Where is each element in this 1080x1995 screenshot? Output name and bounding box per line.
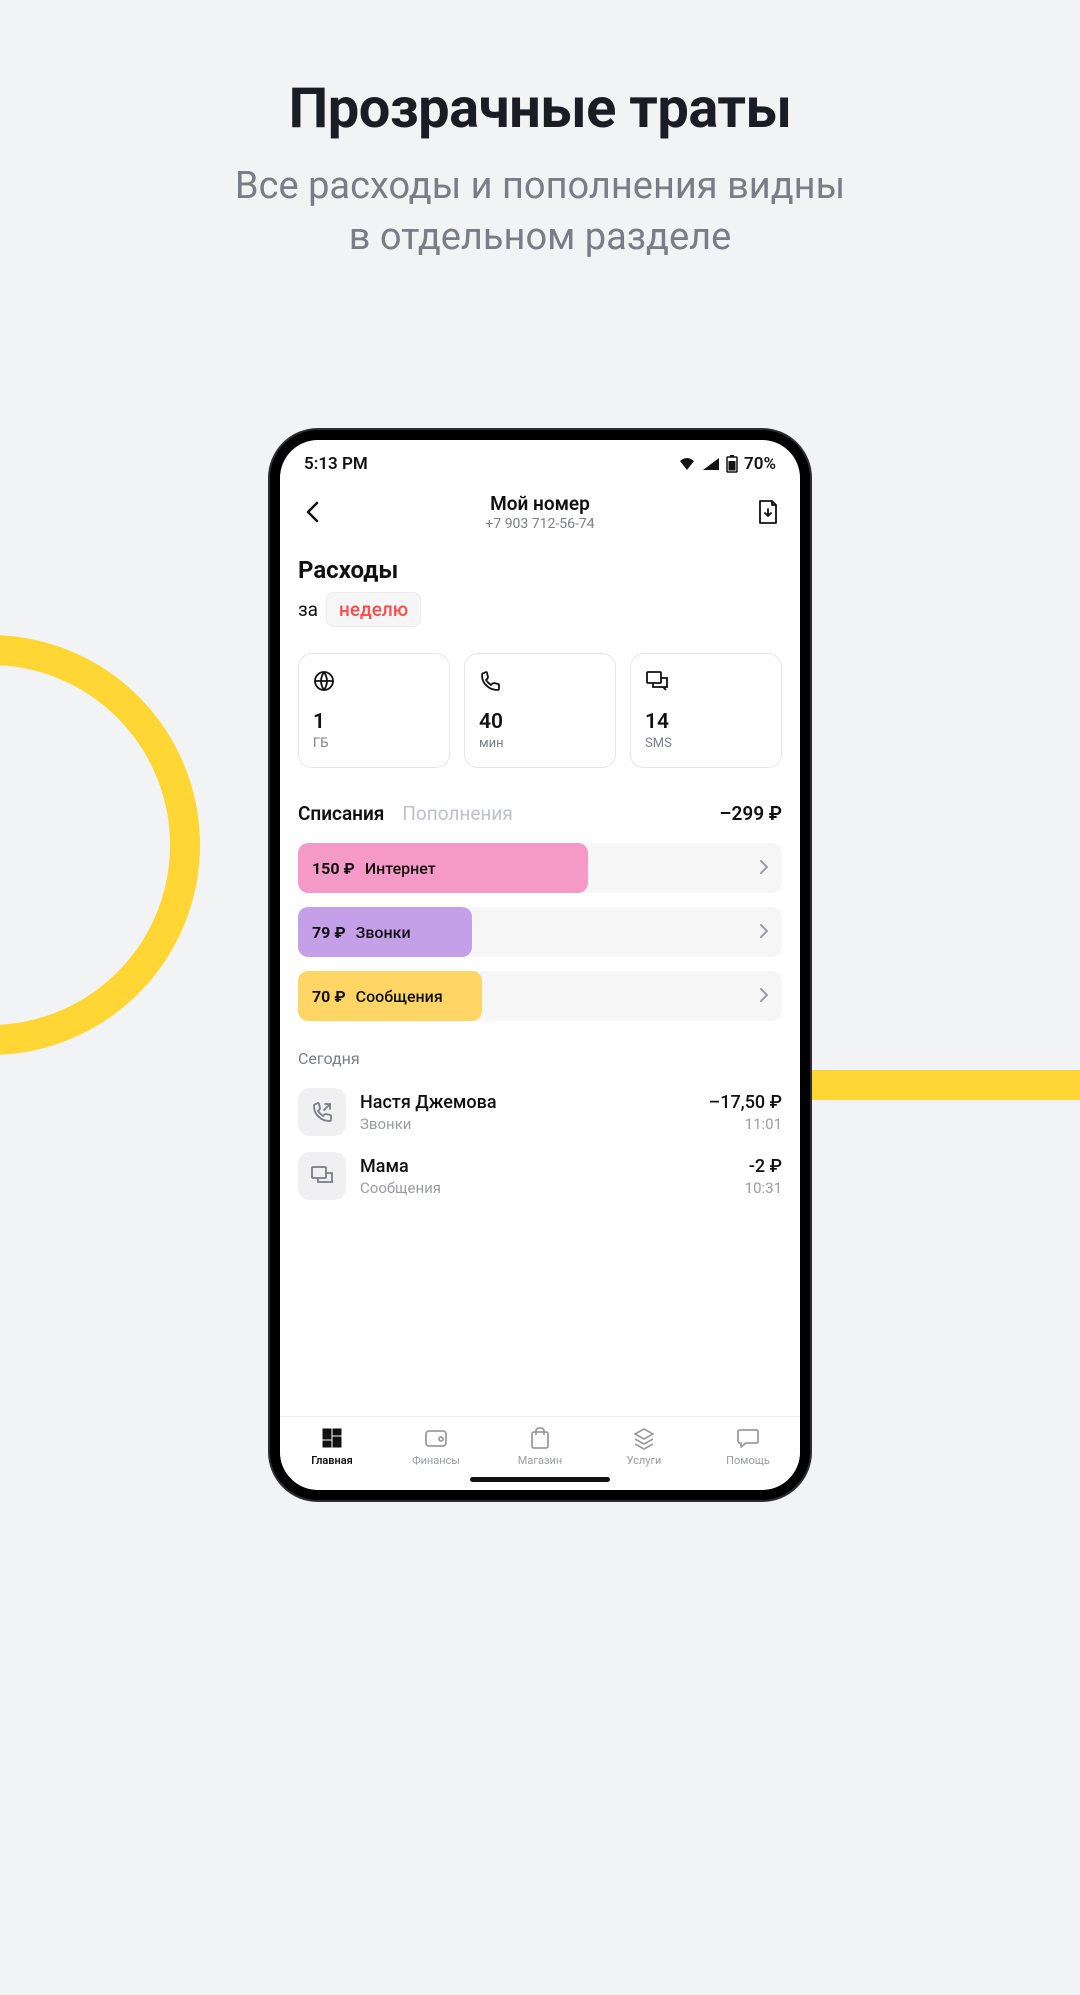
transaction-list: Настя Джемова Звонки –17,50 ₽ 11:01 Мама…	[298, 1080, 782, 1208]
transaction-name: Настя Джемова	[360, 1092, 695, 1113]
nav-finance[interactable]: Финансы	[384, 1425, 488, 1467]
wifi-icon	[678, 457, 696, 471]
usage-card-sms[interactable]: 14 SMS	[630, 653, 782, 768]
period-row: за неделю	[298, 592, 782, 627]
usage-value: 40	[479, 710, 601, 734]
bag-icon	[527, 1425, 553, 1451]
wallet-icon	[423, 1425, 449, 1451]
call-out-icon	[298, 1088, 346, 1136]
phone-screen: 5:13 PM 70% Мой номер +7 903 712-56-74 Р…	[280, 440, 800, 1490]
usage-value: 14	[645, 710, 767, 734]
nav-label: Помощь	[726, 1454, 770, 1467]
transaction-row[interactable]: Мама Сообщения -2 ₽ 10:31	[298, 1144, 782, 1208]
phone-icon	[479, 670, 601, 696]
transaction-name: Мама	[360, 1156, 731, 1177]
bar-amount: 150 ₽	[312, 859, 355, 878]
tabs-row: Списания Пополнения –299 ₽	[298, 802, 782, 825]
bar-calls[interactable]: 79 ₽ Звонки	[298, 907, 782, 957]
back-button[interactable]	[298, 498, 326, 526]
category-bars: 150 ₽ Интернет 79 ₽ Звонки	[298, 843, 782, 1021]
nav-label: Услуги	[627, 1454, 662, 1467]
bottom-nav: Главная Финансы Магазин Услуги Помощь	[280, 1416, 800, 1471]
usage-cards: 1 ГБ 40 мин 14 SMS	[298, 653, 782, 768]
home-indicator[interactable]	[470, 1477, 610, 1482]
tab-debits[interactable]: Списания	[298, 802, 384, 825]
transaction-row[interactable]: Настя Джемова Звонки –17,50 ₽ 11:01	[298, 1080, 782, 1144]
nav-services[interactable]: Услуги	[592, 1425, 696, 1467]
today-section-label: Сегодня	[298, 1049, 782, 1068]
bar-messages[interactable]: 70 ₽ Сообщения	[298, 971, 782, 1021]
chevron-right-icon	[760, 923, 768, 942]
nav-label: Главная	[311, 1454, 353, 1467]
battery-percent: 70%	[744, 454, 776, 474]
bar-label: Звонки	[356, 923, 411, 942]
nav-shop[interactable]: Магазин	[488, 1425, 592, 1467]
sms-icon	[298, 1152, 346, 1200]
period-prefix: за	[298, 598, 318, 621]
period-selector[interactable]: неделю	[326, 592, 421, 627]
status-time: 5:13 PM	[304, 454, 368, 474]
battery-icon	[726, 455, 738, 473]
usage-value: 1	[313, 710, 435, 734]
nav-label: Финансы	[412, 1454, 460, 1467]
bar-label: Интернет	[365, 859, 436, 878]
header-title: Мой номер	[326, 492, 754, 515]
header-center[interactable]: Мой номер +7 903 712-56-74	[326, 492, 754, 532]
transaction-amount: –17,50 ₽	[709, 1092, 782, 1113]
status-bar: 5:13 PM 70%	[280, 440, 800, 482]
usage-card-minutes[interactable]: 40 мин	[464, 653, 616, 768]
nav-label: Магазин	[518, 1454, 562, 1467]
bar-internet[interactable]: 150 ₽ Интернет	[298, 843, 782, 893]
chevron-right-icon	[760, 859, 768, 878]
chat-icon	[735, 1425, 761, 1451]
transaction-time: 11:01	[709, 1115, 782, 1133]
transaction-category: Звонки	[360, 1115, 695, 1133]
chevron-right-icon	[760, 987, 768, 1006]
download-icon	[757, 499, 779, 525]
content-area: Расходы за неделю 1 ГБ 40	[280, 548, 800, 1416]
usage-unit: мин	[479, 736, 601, 751]
bg-decoration	[0, 635, 200, 1055]
bar-label: Сообщения	[356, 987, 443, 1006]
header-phone-number: +7 903 712-56-74	[326, 516, 754, 532]
status-indicators: 70%	[678, 454, 776, 474]
nav-help[interactable]: Помощь	[696, 1425, 800, 1467]
usage-card-data[interactable]: 1 ГБ	[298, 653, 450, 768]
home-icon	[319, 1425, 345, 1451]
chevron-left-icon	[305, 501, 319, 523]
nav-home[interactable]: Главная	[280, 1425, 384, 1467]
transaction-amount: -2 ₽	[745, 1156, 782, 1177]
promo-title: Прозрачные траты	[0, 75, 1080, 141]
bar-amount: 70 ₽	[312, 987, 346, 1006]
promo-subtitle: Все расходы и пополнения видны в отдельн…	[0, 161, 1080, 264]
phone-frame: 5:13 PM 70% Мой номер +7 903 712-56-74 Р…	[270, 430, 810, 1500]
expenses-title: Расходы	[298, 556, 782, 584]
total-amount: –299 ₽	[719, 802, 782, 825]
transaction-category: Сообщения	[360, 1179, 731, 1197]
usage-unit: ГБ	[313, 736, 435, 751]
layers-icon	[631, 1425, 657, 1451]
app-header: Мой номер +7 903 712-56-74	[280, 482, 800, 548]
download-button[interactable]	[754, 498, 782, 526]
tab-credits[interactable]: Пополнения	[402, 802, 512, 825]
globe-icon	[313, 670, 435, 696]
bar-amount: 79 ₽	[312, 923, 346, 942]
signal-icon	[702, 457, 720, 471]
usage-unit: SMS	[645, 736, 767, 751]
sms-icon	[645, 670, 767, 696]
transaction-time: 10:31	[745, 1179, 782, 1197]
